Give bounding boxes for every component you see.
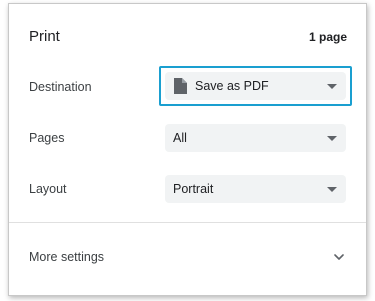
chevron-down-icon[interactable] bbox=[332, 250, 346, 264]
pages-select[interactable]: All bbox=[165, 124, 346, 152]
divider bbox=[9, 222, 366, 223]
layout-label: Layout bbox=[29, 182, 67, 196]
destination-label: Destination bbox=[29, 80, 92, 94]
layout-value: Portrait bbox=[173, 182, 214, 196]
destination-value: Save as PDF bbox=[195, 79, 269, 93]
document-icon bbox=[174, 78, 187, 94]
page-count: 1 page bbox=[308, 30, 347, 44]
destination-highlight: Save as PDF bbox=[159, 66, 352, 106]
dropdown-arrow-icon bbox=[327, 187, 337, 192]
pages-value: All bbox=[173, 131, 187, 145]
layout-select[interactable]: Portrait bbox=[165, 175, 346, 203]
dropdown-arrow-icon bbox=[327, 84, 337, 89]
dropdown-arrow-icon bbox=[327, 136, 337, 141]
more-settings-toggle[interactable]: More settings bbox=[29, 250, 104, 264]
pages-label: Pages bbox=[29, 131, 65, 145]
destination-select[interactable]: Save as PDF bbox=[165, 72, 346, 100]
dialog-title: Print bbox=[29, 28, 60, 45]
print-dialog: Print 1 page Destination Save as PDF Pag… bbox=[8, 3, 367, 296]
